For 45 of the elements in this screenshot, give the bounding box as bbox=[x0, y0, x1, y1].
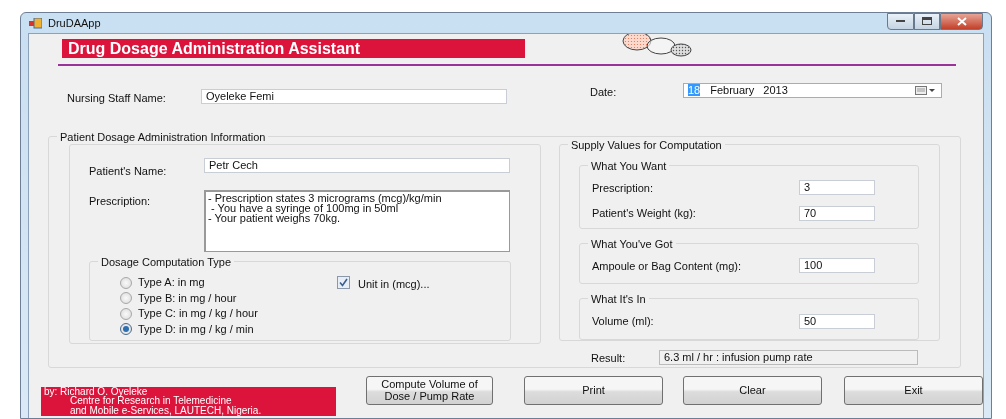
field-label: Ampoule or Bag Content (mg): bbox=[591, 258, 743, 274]
radio-label: Type C: in mg / kg / hour bbox=[138, 306, 258, 322]
date-month-segment[interactable]: February bbox=[710, 83, 755, 96]
action-button[interactable]: Exit bbox=[844, 375, 983, 405]
radio-button[interactable] bbox=[120, 323, 132, 335]
radio-button[interactable] bbox=[120, 307, 132, 320]
field-label: Nursing Staff Name: bbox=[67, 91, 167, 106]
calendar-dropdown-icon bbox=[915, 85, 937, 95]
checkbox-label: Unit in (mcg)... bbox=[358, 277, 430, 292]
input-field[interactable]: Oyeleke Femi bbox=[201, 88, 507, 104]
input-field[interactable]: 100 bbox=[798, 258, 875, 274]
minimize-button[interactable] bbox=[887, 13, 914, 30]
input-field[interactable]: 70 bbox=[798, 205, 875, 221]
field-label: Patient's Name: bbox=[89, 163, 168, 179]
maximize-icon bbox=[922, 17, 932, 25]
close-button[interactable] bbox=[940, 13, 983, 30]
field-label: Prescription: bbox=[591, 180, 655, 196]
app-banner: Drug Dosage Administration Assistant bbox=[62, 39, 525, 58]
window-title: DruDAApp bbox=[48, 15, 101, 31]
input-field[interactable]: 50 bbox=[798, 313, 875, 329]
radio-button[interactable] bbox=[120, 276, 132, 289]
date-picker[interactable]: 18 February 2013 bbox=[683, 82, 942, 98]
radio-label: Type D: in mg / kg / min bbox=[138, 321, 254, 337]
field-label: Result: bbox=[591, 350, 627, 366]
input-field[interactable]: Petr Cech bbox=[204, 157, 510, 173]
action-button[interactable]: Compute Volume of Dose / Pump Rate bbox=[366, 375, 493, 405]
radio-label: Type B: in mg / hour bbox=[138, 290, 237, 306]
field-label: Volume (ml): bbox=[591, 314, 655, 329]
minimize-icon bbox=[896, 19, 905, 23]
radio-label: Type A: in mg bbox=[138, 275, 205, 291]
text-area[interactable]: - Prescription states 3 micrograms (mcg)/kg/min - You have a syringe of 100mg in 50ml - Your patient weighs 70kg. bbox=[204, 190, 510, 252]
app-icon bbox=[29, 17, 42, 29]
date-year-segment[interactable]: 2013 bbox=[763, 83, 788, 96]
maximize-button[interactable] bbox=[914, 13, 940, 30]
action-button[interactable]: Clear bbox=[683, 375, 822, 405]
close-icon bbox=[956, 16, 967, 26]
field-label: Prescription: bbox=[89, 194, 152, 209]
radio-button[interactable] bbox=[120, 292, 132, 304]
field-label: Patient's Weight (kg): bbox=[591, 206, 697, 221]
field-label: Date: bbox=[590, 85, 618, 100]
result-field: 6.3 ml / hr : infusion pump rate bbox=[659, 350, 918, 366]
action-button[interactable]: Print bbox=[524, 375, 663, 405]
input-field[interactable]: 3 bbox=[798, 180, 875, 196]
credits-text: by: Richard O. Oyeleke Centre for Research in Telemedicine and Mobile e-Services, LAUTECH, Nigeria. bbox=[41, 386, 336, 416]
checkbox[interactable] bbox=[337, 276, 350, 289]
